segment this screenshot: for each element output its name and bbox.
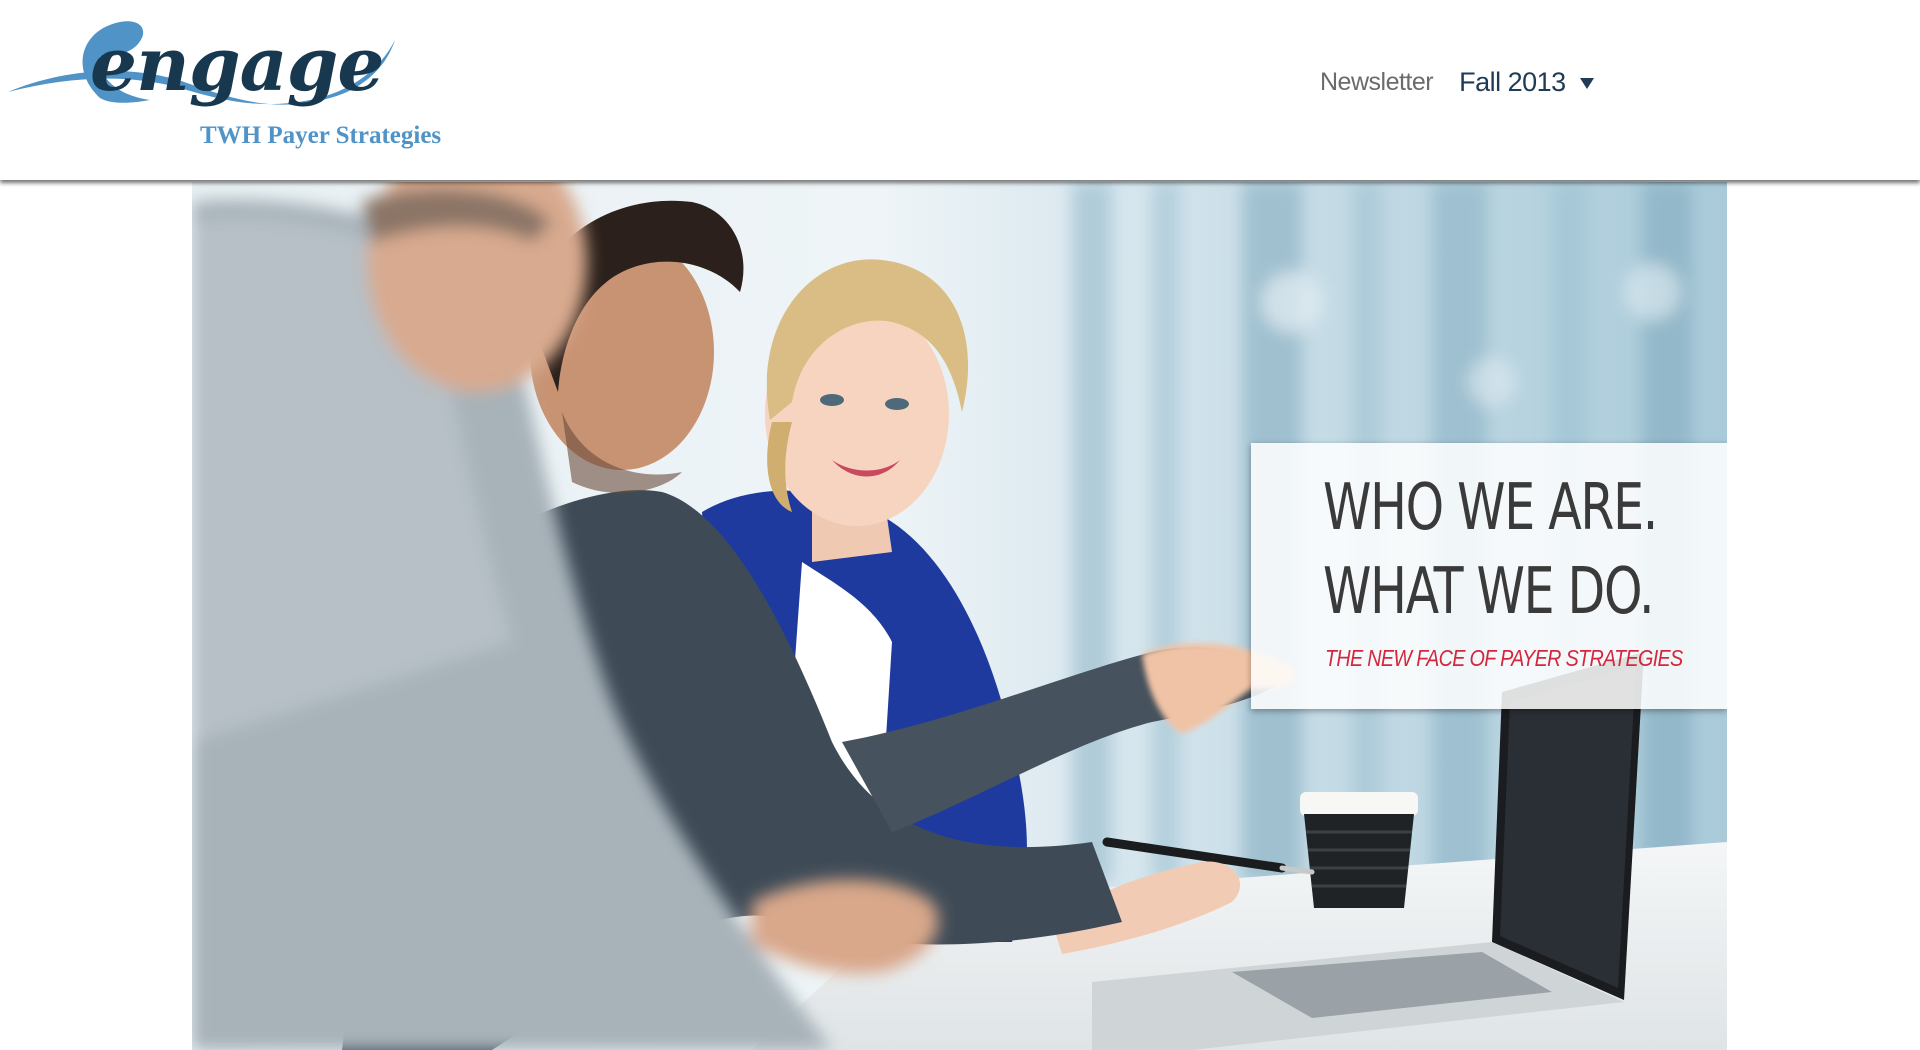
engage-logo[interactable]: engage TWH Payer Strategies (0, 0, 480, 170)
issue-nav: Newsletter Fall 2013 (1320, 62, 1594, 102)
hero-tagline: THE NEW FACE OF PAYER STRATEGIES (1325, 645, 1683, 671)
issue-dropdown-value[interactable]: Fall 2013 (1459, 67, 1566, 98)
caret-down-icon[interactable] (1579, 77, 1594, 89)
hero-message-card: WHO WE ARE. WHAT WE DO. THE NEW FACE OF … (1251, 443, 1727, 709)
hero-banner: WHO WE ARE. WHAT WE DO. THE NEW FACE OF … (192, 182, 1727, 1050)
logo-wordmark: engage (90, 22, 384, 108)
issue-dropdown[interactable]: Fall 2013 (1459, 67, 1594, 98)
hero-headline-line1: WHO WE ARE. (1323, 471, 1658, 545)
site-header: engage TWH Payer Strategies Newsletter F… (0, 0, 1920, 180)
hero-headline-line2: WHAT WE DO. (1323, 555, 1655, 629)
newsletter-label: Newsletter (1320, 67, 1434, 96)
logo-subtitle: TWH Payer Strategies (200, 122, 442, 149)
